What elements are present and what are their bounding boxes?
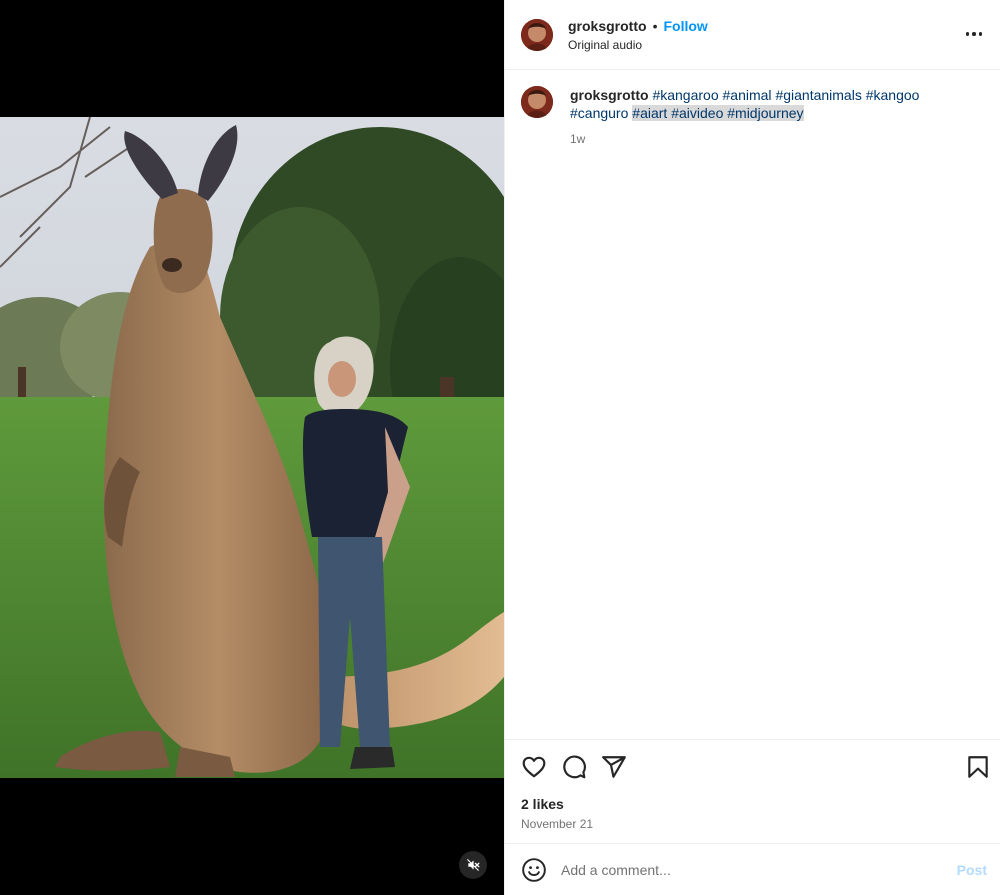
hashtag-aiart[interactable]: #aiart xyxy=(632,105,668,121)
more-options-icon[interactable] xyxy=(962,24,986,44)
heart-icon[interactable] xyxy=(521,754,547,780)
avatar-image xyxy=(521,86,553,118)
hashtag-midjourney[interactable]: #midjourney xyxy=(727,105,804,121)
username-link[interactable]: groksgrotto xyxy=(568,18,647,34)
avatar-image xyxy=(521,18,553,51)
avatar[interactable] xyxy=(521,18,553,51)
action-bar: 2 likes November 21 xyxy=(505,739,1000,843)
bookmark-icon[interactable] xyxy=(965,754,991,780)
hashtag-giantanimals[interactable]: #giantanimals xyxy=(775,87,861,103)
post-video[interactable] xyxy=(0,117,504,778)
post-date[interactable]: November 21 xyxy=(521,817,593,831)
caption-avatar[interactable] xyxy=(521,86,553,118)
hashtag-kangoo[interactable]: #kangoo xyxy=(866,87,920,103)
emoji-icon[interactable] xyxy=(521,857,547,883)
comment-icon[interactable] xyxy=(561,754,587,780)
follow-button[interactable]: Follow xyxy=(663,18,707,34)
comment-bar: Post xyxy=(505,843,1000,895)
post-side-panel: groksgrotto • Follow Original audio grok… xyxy=(504,0,1000,895)
post-age[interactable]: 1w xyxy=(570,130,930,148)
post-header: groksgrotto • Follow Original audio xyxy=(505,0,1000,70)
share-icon[interactable] xyxy=(601,754,627,780)
hashtag-kangaroo[interactable]: #kangaroo xyxy=(652,87,718,103)
caption: groksgrotto #kangaroo #animal #giantanim… xyxy=(505,70,1000,148)
hashtag-canguro[interactable]: #canguro xyxy=(570,105,628,121)
caption-text: groksgrotto #kangaroo #animal #giantanim… xyxy=(570,86,930,122)
post-media[interactable] xyxy=(0,0,504,895)
hashtag-animal[interactable]: #animal xyxy=(723,87,772,103)
post-dialog: groksgrotto • Follow Original audio grok… xyxy=(0,0,1000,895)
mute-button[interactable] xyxy=(459,851,487,879)
post-comment-button[interactable]: Post xyxy=(957,862,987,878)
audio-label[interactable]: Original audio xyxy=(568,38,708,52)
comment-input[interactable] xyxy=(561,861,957,878)
caption-username[interactable]: groksgrotto xyxy=(570,87,649,103)
speaker-muted-icon xyxy=(467,859,480,871)
separator-dot: • xyxy=(652,17,658,34)
likes-count[interactable]: 2 likes xyxy=(521,796,564,812)
hashtag-aivideo[interactable]: #aivideo xyxy=(671,105,724,121)
